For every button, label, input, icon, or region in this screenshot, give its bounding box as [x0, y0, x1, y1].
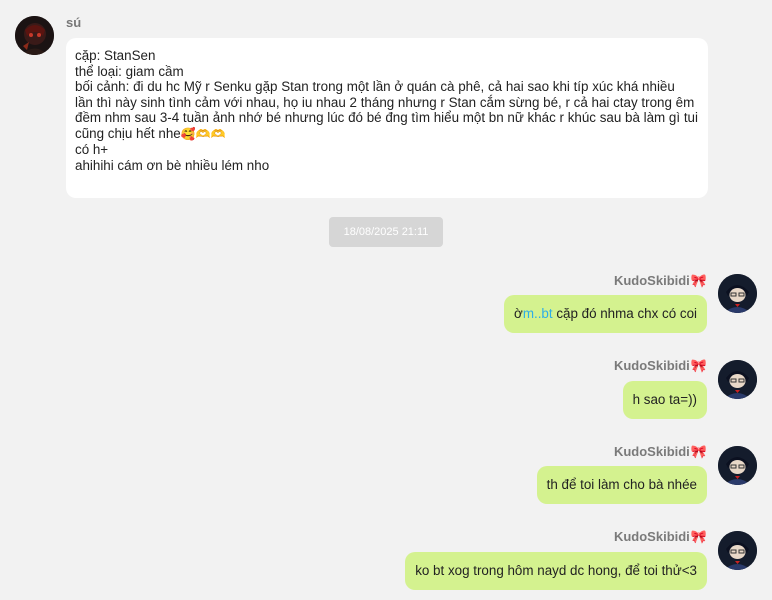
avatar-image: [718, 446, 757, 485]
message-text: cũng chịu hết nhe: [75, 125, 181, 141]
message-link[interactable]: m..bt: [523, 306, 553, 321]
sender-avatar[interactable]: [15, 16, 54, 55]
sender-name-text: KudoSkibidi: [613, 273, 690, 288]
message-text: ko bt xog trong hôm nayd dc hong, để toi…: [415, 563, 697, 578]
timestamp-badge: 18/08/2025 21:11: [329, 217, 443, 247]
sender-name-text: KudoSkibidi: [613, 444, 690, 459]
message-text: cặp đó nhma chx có coi: [552, 306, 697, 321]
message-line: đềm nhm sau 3-4 tuần ảnh nhớ bé nhưng lú…: [75, 110, 698, 125]
message-text: th để toi làm cho bà nhée: [546, 477, 697, 492]
bow-icon: 🎀: [690, 444, 707, 459]
my-avatar[interactable]: [718, 446, 757, 485]
bow-icon: 🎀: [690, 273, 707, 288]
sender-name-text: KudoSkibidi: [613, 529, 690, 544]
avatar-image: [718, 274, 757, 313]
message-line: bối cảnh: đi du hc Mỹ r Senku gặp Stan t…: [75, 79, 675, 94]
message-line: thể loại: giam cầm: [75, 63, 184, 79]
sender-name: sú: [66, 15, 82, 30]
bow-icon: 🎀: [690, 358, 707, 373]
incoming-message-bubble[interactable]: cặp: StanSen thể loại: giam cầm bối cảnh…: [66, 38, 708, 198]
chat-window: sú cặp: StanSen thể loại: giam cầm bối c…: [0, 0, 772, 600]
outgoing-message-bubble[interactable]: h sao ta=)): [622, 381, 707, 419]
my-avatar[interactable]: [718, 274, 757, 313]
my-avatar[interactable]: [718, 360, 757, 399]
outgoing-sender-name: KudoSkibidi🎀: [614, 358, 707, 374]
sender-name-text: KudoSkibidi: [613, 358, 690, 373]
outgoing-message-bubble[interactable]: th để toi làm cho bà nhée: [536, 466, 707, 504]
message-line: cặp: StanSen: [75, 48, 156, 63]
message-line: lần thì này sinh tình cảm với nhau, họ i…: [75, 94, 695, 110]
avatar-image: [718, 360, 757, 399]
avatar-image: [718, 531, 757, 570]
message-line: cũng chịu hết nhe🥰🫶🫶: [75, 126, 699, 143]
avatar-image: [15, 16, 54, 55]
outgoing-sender-name: KudoSkibidi🎀: [614, 273, 707, 289]
outgoing-message-bubble[interactable]: ờm..bt cặp đó nhma chx có coi: [504, 295, 707, 333]
message-line: có h+: [75, 142, 109, 157]
outgoing-sender-name: KudoSkibidi🎀: [614, 529, 707, 545]
outgoing-sender-name: KudoSkibidi🎀: [614, 444, 707, 460]
bow-icon: 🎀: [690, 529, 707, 544]
message-text: h sao ta=)): [632, 392, 697, 407]
message-text: ờ: [514, 306, 523, 321]
emoji-group: 🥰🫶🫶: [180, 126, 226, 141]
message-line: ahihihi cám ơn bè nhiều lém nho: [75, 157, 270, 173]
outgoing-message-bubble[interactable]: ko bt xog trong hôm nayd dc hong, để toi…: [405, 552, 707, 590]
my-avatar[interactable]: [718, 531, 757, 570]
